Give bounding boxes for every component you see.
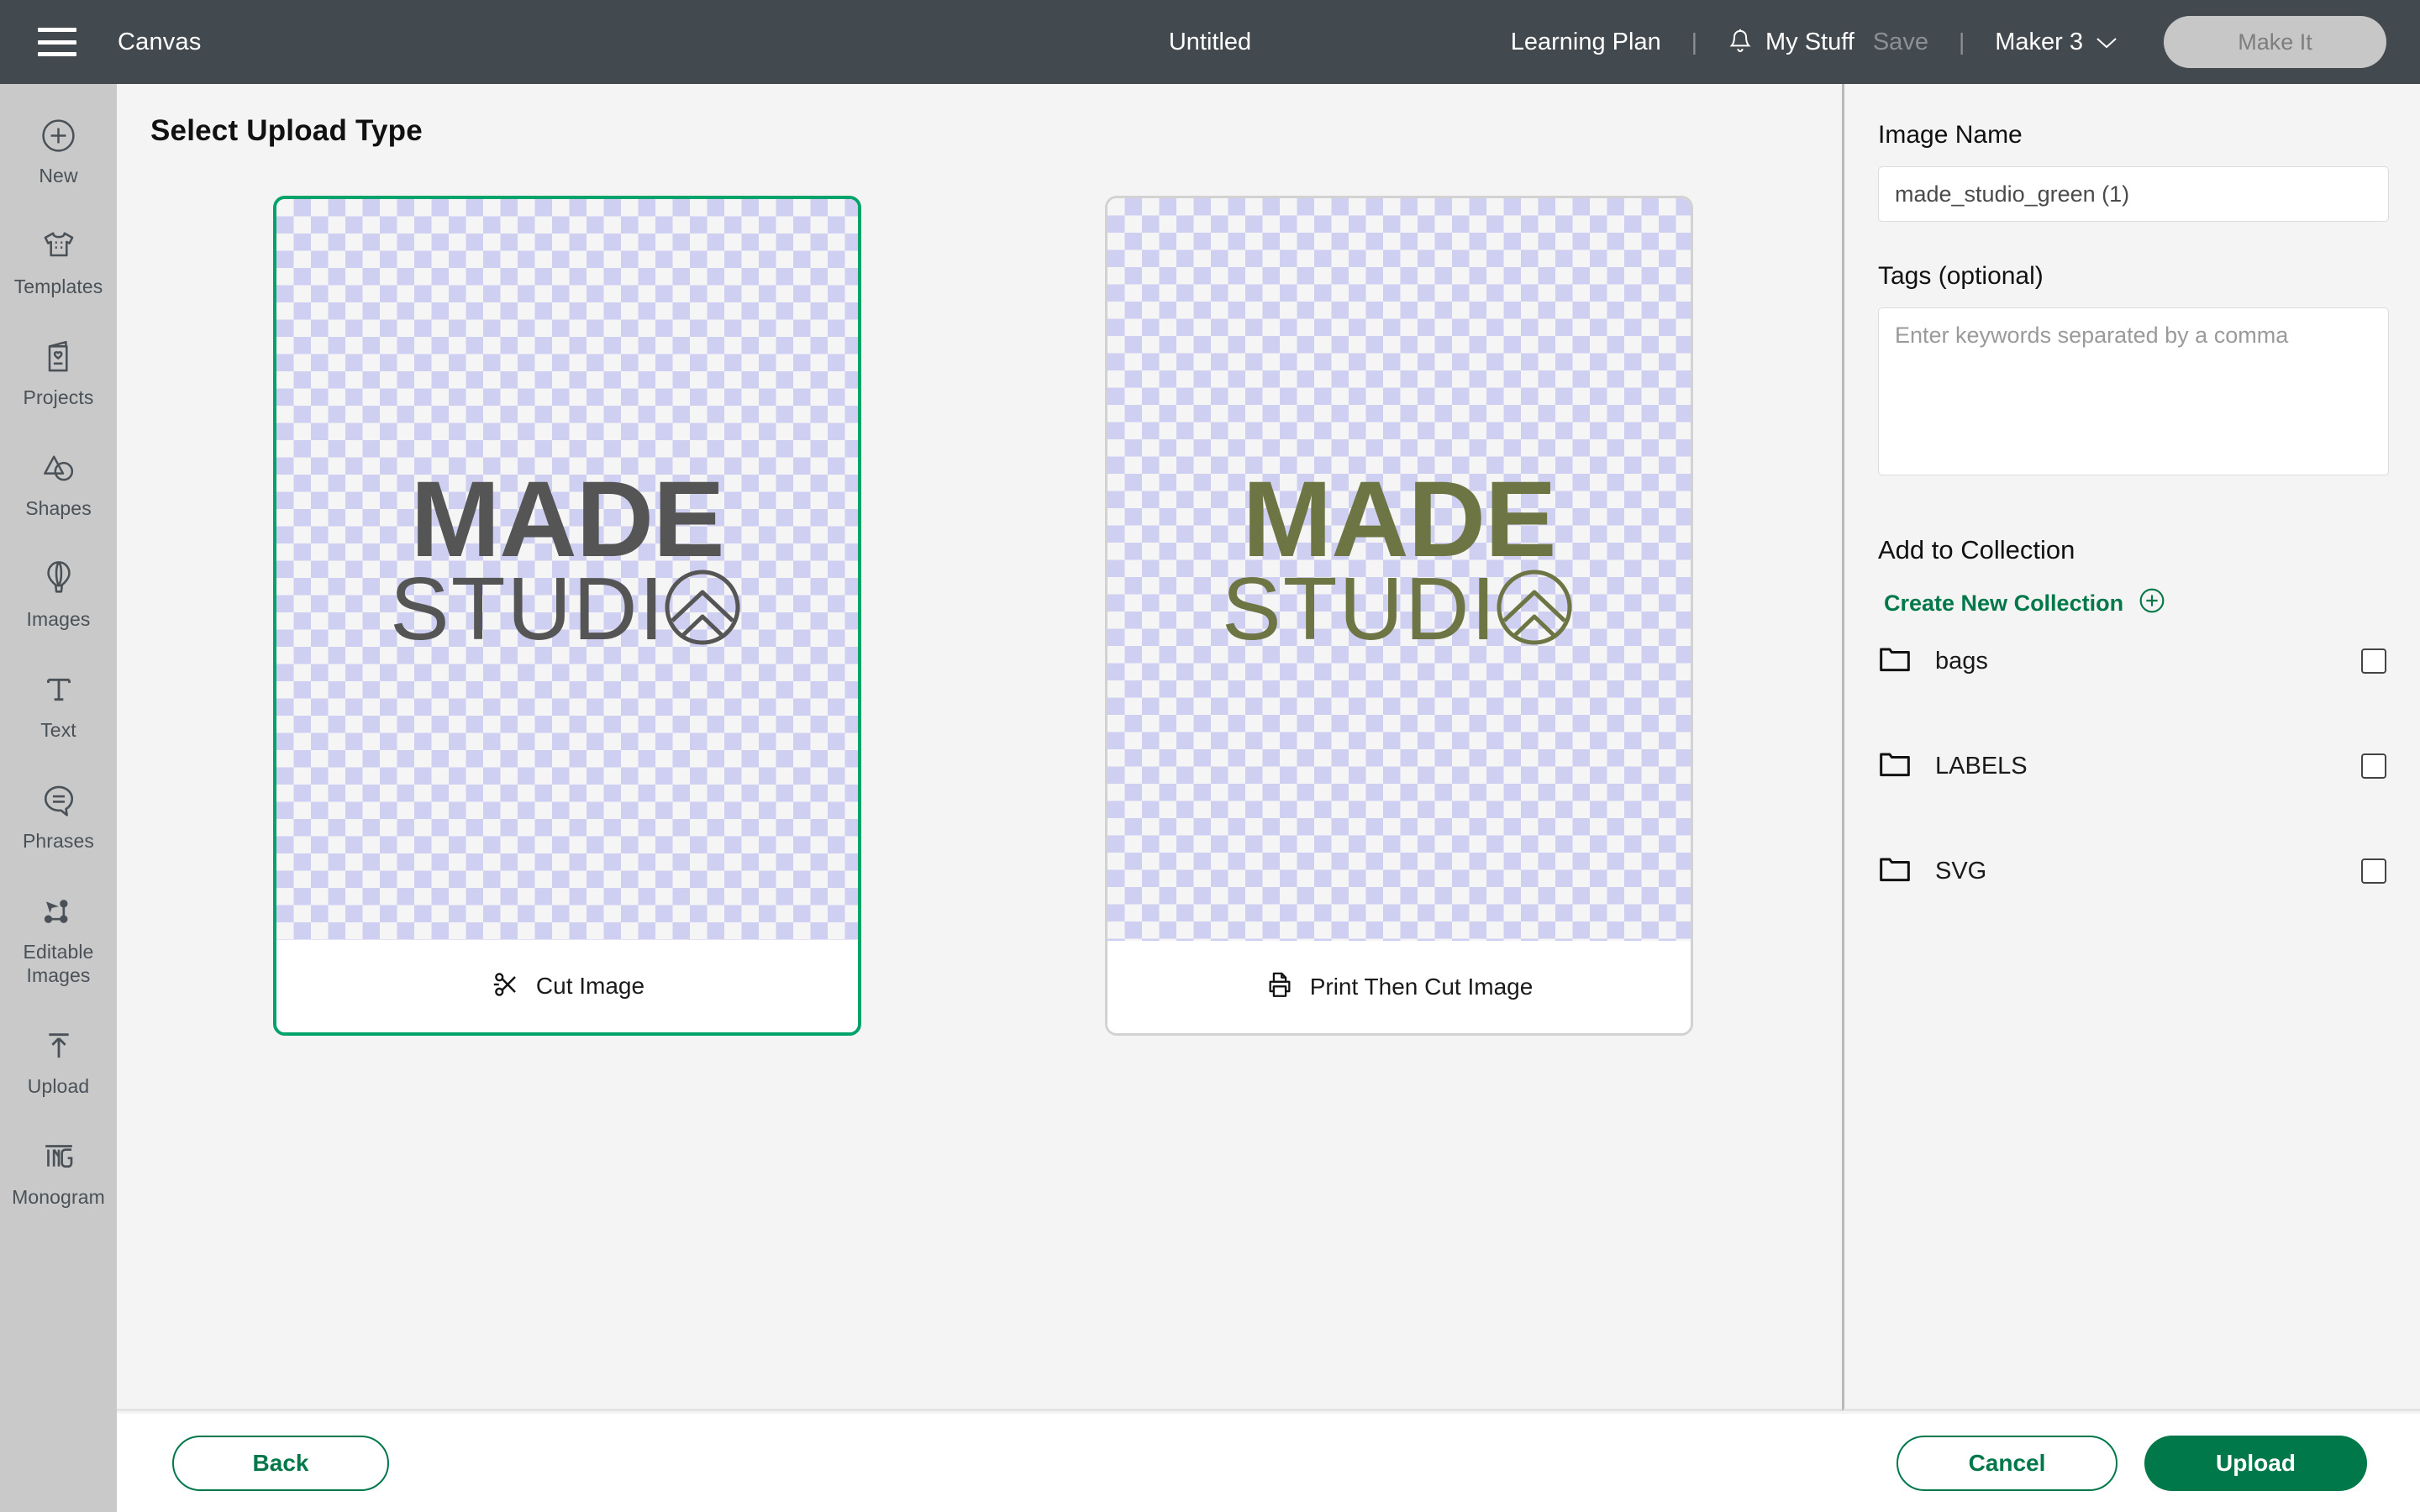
text-t-icon xyxy=(42,669,76,711)
card-label: Print Then Cut Image xyxy=(1310,974,1534,1000)
image-preview-transparent: MADE STUDI xyxy=(276,199,858,940)
logo-line-studio: STUDI xyxy=(1222,567,1497,651)
collection-name: bags xyxy=(1935,648,1988,675)
chevron-circle-logo-icon xyxy=(660,565,744,654)
speech-bubble-icon xyxy=(41,780,76,822)
sidebar-item-label: Upload xyxy=(28,1074,90,1098)
app-root: Canvas Untitled Learning Plan | My Stuff… xyxy=(0,0,2420,1512)
make-it-button[interactable]: Make It xyxy=(2164,16,2386,68)
collection-name: SVG xyxy=(1935,858,1986,885)
sidebar-item-label: New xyxy=(39,164,77,187)
made-studio-logo: MADE STUDI xyxy=(1185,473,1613,654)
logo-line-made: MADE xyxy=(353,473,781,567)
card-footer-print-then-cut-image[interactable]: Print Then Cut Image xyxy=(1107,941,1691,1033)
topbar-actions: Learning Plan | My Stuff Save | Maker 3 xyxy=(1511,0,2420,84)
sidebar-item-label: Monogram xyxy=(12,1185,105,1209)
sidebar-item-shapes[interactable]: Shapes xyxy=(0,435,117,532)
create-new-collection-label: Create New Collection xyxy=(1884,591,2123,617)
sidebar-item-phrases[interactable]: Phrases xyxy=(0,768,117,864)
separator-2: | xyxy=(1959,29,1965,55)
made-studio-logo: MADE STUDI xyxy=(353,473,781,654)
scissors-icon xyxy=(490,969,520,1004)
node-path-icon xyxy=(40,890,77,932)
create-new-collection-button[interactable]: Create New Collection xyxy=(1884,587,2386,620)
monogram-icon xyxy=(40,1136,77,1178)
chevron-down-icon xyxy=(2096,29,2118,56)
footer-bar: Back Cancel Upload xyxy=(117,1414,2420,1512)
bell-icon[interactable] xyxy=(1728,28,1753,56)
cancel-button[interactable]: Cancel xyxy=(1897,1436,2118,1491)
folder-icon xyxy=(1878,645,1912,678)
upload-type-card-print-then-cut-image[interactable]: MADE STUDI xyxy=(1105,196,1693,1036)
collection-row[interactable]: SVG xyxy=(1878,845,2386,897)
collection-checkbox[interactable] xyxy=(2361,753,2386,779)
hot-air-balloon-icon xyxy=(43,558,75,600)
sidebar-item-label: Phrases xyxy=(23,829,94,853)
image-preview-transparent: MADE STUDI xyxy=(1107,198,1691,941)
collection-checkbox[interactable] xyxy=(2361,648,2386,674)
tags-label: Tags (optional) xyxy=(1878,262,2386,291)
collection-row[interactable]: LABELS xyxy=(1878,740,2386,792)
sidebar-item-new[interactable]: New xyxy=(0,102,117,199)
sidebar-item-templates[interactable]: Templates xyxy=(0,213,117,310)
chevron-circle-logo-icon xyxy=(1492,565,1576,654)
card-heart-icon xyxy=(41,336,76,378)
card-footer-cut-image[interactable]: Cut Image xyxy=(276,940,858,1032)
hamburger-menu-icon[interactable] xyxy=(38,28,76,56)
shapes-icon xyxy=(40,447,77,489)
image-name-label: Image Name xyxy=(1878,121,2386,150)
sidebar-item-label: Images xyxy=(26,607,90,631)
page-title: Select Upload Type xyxy=(150,114,423,148)
folder-icon xyxy=(1878,750,1912,783)
top-bar: Canvas Untitled Learning Plan | My Stuff… xyxy=(0,0,2420,84)
sidebar-item-label: Projects xyxy=(24,386,94,409)
collection-row[interactable]: bags xyxy=(1878,635,2386,687)
image-name-input[interactable] xyxy=(1878,166,2389,222)
collection-list: bags LABELS SVG xyxy=(1878,635,2386,897)
folder-icon xyxy=(1878,855,1912,888)
main-content: Select Upload Type MADE STUDI xyxy=(117,84,1842,1411)
left-sidebar: New Templates Projects xyxy=(0,84,117,1512)
upload-button[interactable]: Upload xyxy=(2144,1436,2367,1491)
plus-circle-icon xyxy=(2139,587,2165,620)
sidebar-item-label: Shapes xyxy=(25,496,92,520)
learning-plan-link[interactable]: Learning Plan xyxy=(1511,29,1661,56)
sidebar-item-label: Text xyxy=(40,718,76,742)
canvas-label[interactable]: Canvas xyxy=(118,29,202,56)
printer-icon xyxy=(1265,970,1294,1005)
logo-line-made: MADE xyxy=(1185,473,1613,567)
tags-input[interactable] xyxy=(1878,307,2389,475)
collection-checkbox[interactable] xyxy=(2361,858,2386,884)
card-label: Cut Image xyxy=(536,973,644,1000)
plus-circle-icon xyxy=(40,114,76,156)
sidebar-item-monogram[interactable]: Monogram xyxy=(0,1124,117,1221)
sidebar-item-label: Templates xyxy=(14,275,103,298)
upload-type-cards: MADE STUDI xyxy=(117,196,1842,1036)
my-stuff-link[interactable]: My Stuff xyxy=(1765,29,1854,56)
sidebar-item-projects[interactable]: Projects xyxy=(0,324,117,421)
collection-name: LABELS xyxy=(1935,753,2028,780)
project-title[interactable]: Untitled xyxy=(1169,29,1251,56)
sidebar-item-upload[interactable]: Upload xyxy=(0,1013,117,1110)
right-panel: Image Name Tags (optional) Add to Collec… xyxy=(1842,84,2420,1411)
machine-label: Maker 3 xyxy=(1995,29,2083,56)
sidebar-item-label: Editable Images xyxy=(24,940,94,987)
sidebar-item-text[interactable]: Text xyxy=(0,657,117,753)
machine-selector[interactable]: Maker 3 xyxy=(1995,29,2118,56)
sidebar-item-images[interactable]: Images xyxy=(0,546,117,643)
logo-line-studio: STUDI xyxy=(390,567,666,651)
upload-type-card-cut-image[interactable]: MADE STUDI xyxy=(273,196,861,1036)
upload-arrow-icon xyxy=(42,1025,76,1067)
save-link[interactable]: Save xyxy=(1873,29,1928,56)
back-button[interactable]: Back xyxy=(172,1436,389,1491)
separator-1: | xyxy=(1691,29,1697,55)
sidebar-item-editable-images[interactable]: Editable Images xyxy=(0,879,117,999)
tshirt-icon xyxy=(40,225,77,267)
add-to-collection-label: Add to Collection xyxy=(1878,535,2386,565)
